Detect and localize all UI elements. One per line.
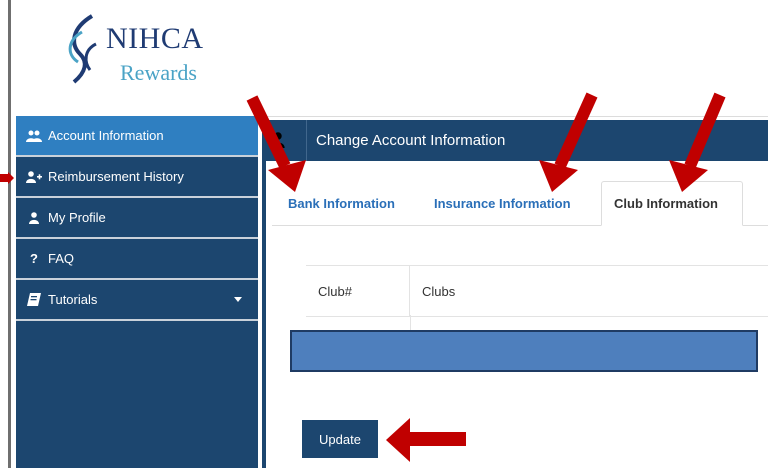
content-top-rule <box>262 116 768 117</box>
sidebar-item-label: Account Information <box>48 128 164 143</box>
logo-mark-icon <box>68 14 97 84</box>
column-header-club-number: Club# <box>306 266 410 316</box>
tab-insurance-information[interactable]: Insurance Information <box>422 181 583 225</box>
header-divider <box>306 120 307 161</box>
panel-header: Change Account Information <box>262 120 768 161</box>
column-header-clubs: Clubs <box>422 283 456 299</box>
left-border <box>8 0 11 468</box>
user-plus-icon <box>26 169 42 185</box>
book-icon <box>26 292 42 308</box>
tab-club-information[interactable]: Club Information <box>601 181 743 226</box>
annotation-arrow-update-icon <box>386 418 466 462</box>
panel-title: Change Account Information <box>316 132 506 149</box>
table-cell-divider <box>410 315 411 331</box>
users-icon <box>26 128 42 144</box>
update-button[interactable]: Update <box>302 420 378 458</box>
sidebar-pointer-arrow-icon <box>0 172 14 184</box>
table-header-row: Club# Clubs <box>306 265 768 317</box>
sidebar: Account Information Reimbursement Histor… <box>16 116 258 468</box>
sidebar-item-label: FAQ <box>48 251 75 266</box>
sidebar-item-tutorials[interactable]: Tutorials <box>16 280 258 321</box>
logo: NIHCA Rewards <box>62 14 222 94</box>
sidebar-item-my-profile[interactable]: My Profile <box>16 198 258 239</box>
tab-bar: Bank Information Insurance Information C… <box>272 181 768 226</box>
sidebar-item-label: My Profile <box>48 210 106 225</box>
sidebar-item-reimbursement-history[interactable]: Reimbursement History <box>16 157 258 198</box>
tab-bank-information[interactable]: Bank Information <box>276 181 407 225</box>
user-icon <box>26 210 42 226</box>
chevron-down-icon <box>234 297 242 302</box>
sidebar-item-faq[interactable]: ? FAQ <box>16 239 258 280</box>
question-icon: ? <box>30 251 38 266</box>
logo-subtitle: Rewards <box>120 60 197 85</box>
sidebar-item-label: Reimbursement History <box>48 169 184 184</box>
panel-left-border <box>262 161 266 468</box>
sidebar-item-account-information[interactable]: Account Information <box>16 116 258 157</box>
clubs-table: Club# Clubs <box>306 265 768 331</box>
logo-name: NIHCA <box>106 22 204 55</box>
user-icon <box>271 132 285 148</box>
club-select-field[interactable] <box>290 330 758 372</box>
sidebar-item-label: Tutorials <box>48 292 98 307</box>
